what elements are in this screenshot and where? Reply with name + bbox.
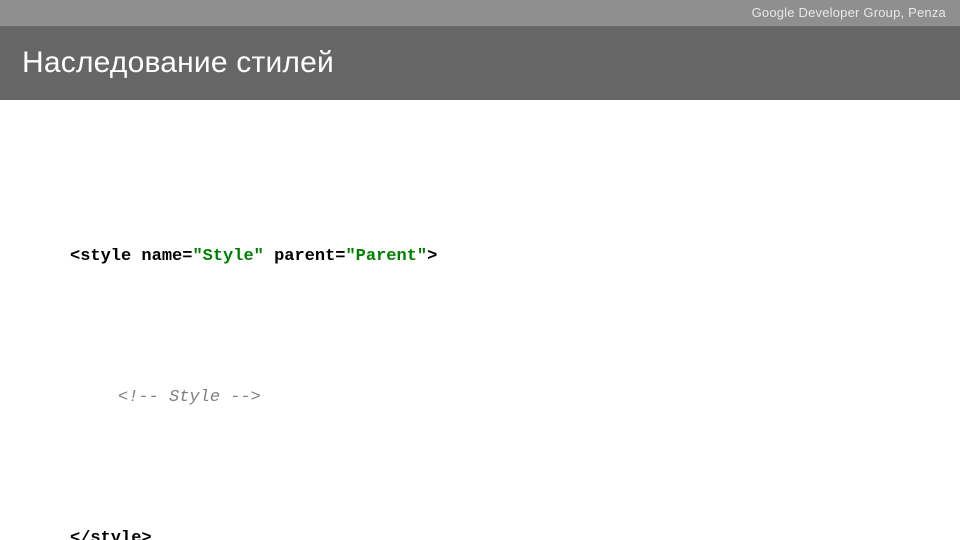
code-space xyxy=(131,247,141,266)
org-label: Google Developer Group, Penza xyxy=(752,5,946,20)
code-comment: <!-- Style --> xyxy=(118,388,261,407)
code-tag: style xyxy=(90,529,141,540)
code-space xyxy=(264,247,274,266)
slide-title: Наследование стилей xyxy=(22,46,334,80)
code-attr: name= xyxy=(141,247,192,266)
code-tag: style xyxy=(80,247,131,266)
code-value: "Style" xyxy=(192,247,263,266)
code-line: </style> xyxy=(70,527,920,540)
code-punct: < xyxy=(70,247,80,266)
code-attr: parent= xyxy=(274,247,345,266)
code-line: <style name="Style" parent="Parent"> xyxy=(70,245,920,269)
title-bar: Наследование стилей xyxy=(0,26,960,100)
code-value: "Parent" xyxy=(345,247,427,266)
code-punct: > xyxy=(141,529,151,540)
code-punct: </ xyxy=(70,529,90,540)
code-line: <!-- Style --> xyxy=(118,386,920,410)
code-punct: > xyxy=(427,247,437,266)
code-block: <style name="Style" parent="Parent"> <!-… xyxy=(70,150,920,540)
topbar: Google Developer Group, Penza xyxy=(0,0,960,26)
slide: Google Developer Group, Penza Наследован… xyxy=(0,0,960,540)
